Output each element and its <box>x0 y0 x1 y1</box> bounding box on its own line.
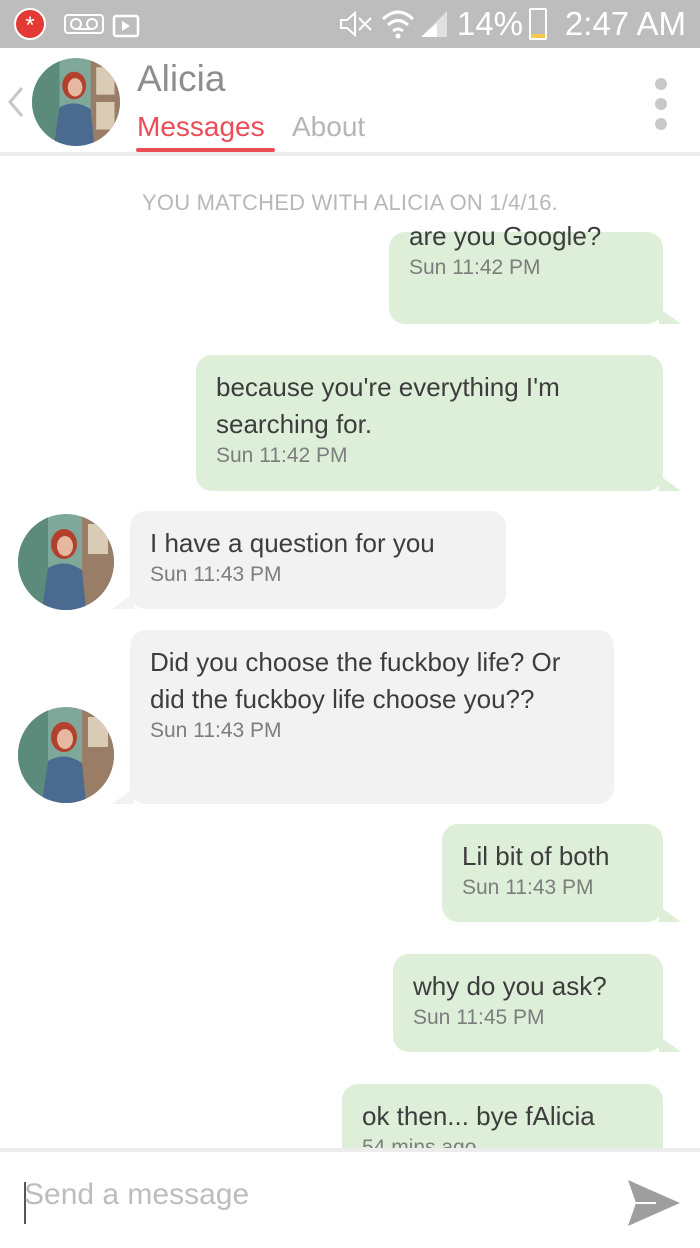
profile-photo <box>18 514 114 610</box>
gallery-icon <box>112 14 140 38</box>
message-time: Sun 11:45 PM <box>413 1006 545 1029</box>
send-icon[interactable] <box>626 1176 682 1230</box>
wifi-icon <box>381 10 414 39</box>
message-bubble-sent[interactable]: Lil bit of both Sun 11:43 PM <box>442 824 681 922</box>
status-bar: * 14% 2:47 AM <box>0 0 700 48</box>
profile-photo <box>18 707 114 803</box>
message-input[interactable]: Send a message <box>24 1178 249 1212</box>
message-bubble-sent[interactable]: ok then... bye fAlicia 54 mins ago <box>342 1084 663 1148</box>
message-text: Lil bit of both <box>462 841 610 871</box>
message-bubble-sent[interactable]: because you're everything I'm searching … <box>196 355 681 491</box>
message-bubble-sent[interactable]: are you Google? Sun 11:42 PM <box>389 221 681 324</box>
mute-icon <box>339 10 372 38</box>
tab-messages[interactable]: Messages <box>137 111 265 143</box>
battery-icon <box>528 8 547 40</box>
back-arrow-icon[interactable] <box>4 82 28 122</box>
message-text: I have a question for you <box>150 528 435 558</box>
message-time: Sun 11:42 PM <box>216 444 348 467</box>
more-options-icon[interactable] <box>652 78 670 130</box>
message-text: ok then... bye fAlicia <box>362 1101 595 1131</box>
message-time: Sun 11:42 PM <box>409 256 541 279</box>
tab-about[interactable]: About <box>292 111 365 143</box>
avatar[interactable] <box>18 707 114 803</box>
message-bubble-sent[interactable]: why do you ask? Sun 11:45 PM <box>393 954 681 1052</box>
message-bubble-received[interactable]: I have a question for you Sun 11:43 PM <box>112 511 506 609</box>
message-text: are you Google? <box>409 221 602 251</box>
match-name: Alicia <box>137 58 226 99</box>
battery-percent: 14% <box>456 5 523 42</box>
avatar[interactable] <box>18 514 114 610</box>
message-text: why do you ask? <box>413 971 607 1001</box>
svg-text:*: * <box>25 12 34 39</box>
active-tab-indicator <box>136 148 275 152</box>
message-time: Sun 11:43 PM <box>150 719 282 742</box>
message-time: Sun 11:43 PM <box>462 876 594 899</box>
status-right: 14% 2:47 AM <box>337 5 686 42</box>
match-notice: YOU MATCHED WITH ALICIA ON 1/4/16. <box>142 190 558 215</box>
avatar[interactable] <box>32 58 120 146</box>
status-time: 2:47 AM <box>564 5 686 42</box>
message-time: 54 mins ago <box>362 1136 477 1148</box>
notification-badge-icon: * <box>14 8 46 40</box>
chat-header: Alicia Messages About <box>0 48 700 156</box>
signal-icon <box>420 11 447 37</box>
message-text: Did you choose the fuckboy life? Or did … <box>150 647 561 714</box>
profile-photo <box>32 58 120 146</box>
composer: Send a message <box>0 1148 700 1248</box>
message-bubble-received[interactable]: Did you choose the fuckboy life? Or did … <box>112 630 614 804</box>
message-list[interactable]: YOU MATCHED WITH ALICIA ON 1/4/16. are y… <box>0 156 700 1148</box>
voicemail-icon <box>64 14 104 34</box>
message-time: Sun 11:43 PM <box>150 563 282 586</box>
message-text: because you're everything I'm searching … <box>216 372 560 439</box>
